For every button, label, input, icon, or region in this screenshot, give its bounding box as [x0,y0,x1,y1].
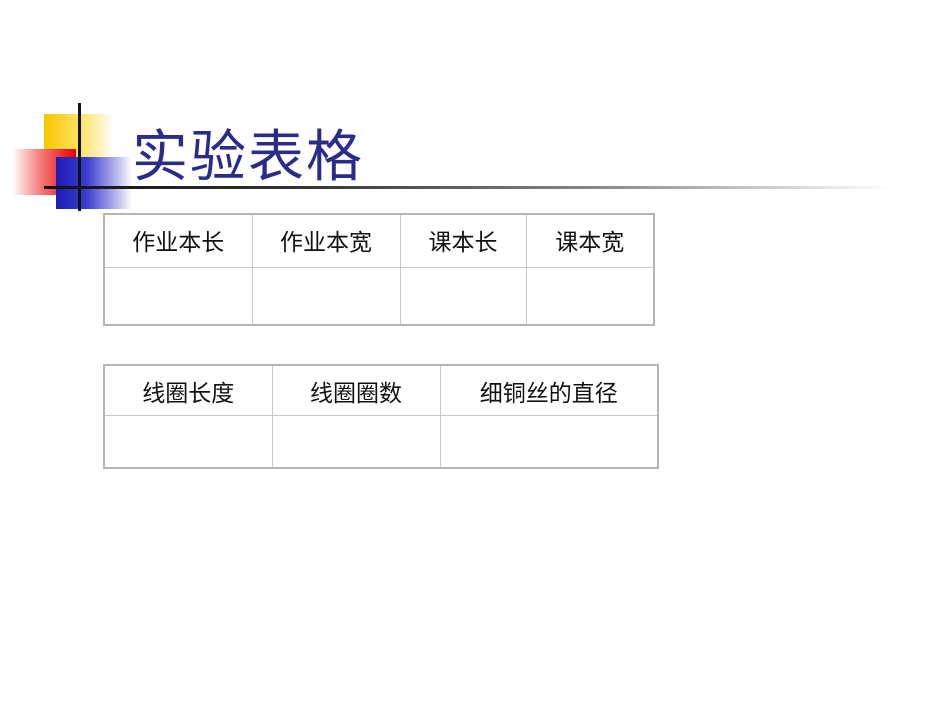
table-row [103,414,659,468]
measurement-table-wire: 线圈长度 线圈圈数 细铜丝的直径 [103,364,659,469]
data-cell[interactable] [103,414,273,468]
table-header-row: 作业本长 作业本宽 课本长 课本宽 [103,213,655,268]
table-header-row: 线圈长度 线圈圈数 细铜丝的直径 [103,364,659,416]
header-cell: 细铜丝的直径 [439,364,659,416]
data-cell[interactable] [399,266,527,325]
header-cell: 作业本长 [103,213,253,268]
vertical-rule [78,103,81,211]
header-cell: 课本长 [399,213,527,268]
header-cell: 线圈圈数 [271,364,441,416]
table-row [103,266,655,325]
data-cell[interactable] [439,414,659,468]
header-cell: 线圈长度 [103,364,273,416]
header-cell: 课本宽 [525,213,655,268]
data-cell[interactable] [525,266,655,325]
data-cell[interactable] [271,414,441,468]
blue-square [56,157,132,209]
measurement-table-book: 作业本长 作业本宽 课本长 课本宽 [103,213,655,326]
header-cell: 作业本宽 [251,213,401,268]
data-cell[interactable] [251,266,401,325]
slide-title: 实验表格 [132,125,364,190]
data-cell[interactable] [103,266,253,325]
